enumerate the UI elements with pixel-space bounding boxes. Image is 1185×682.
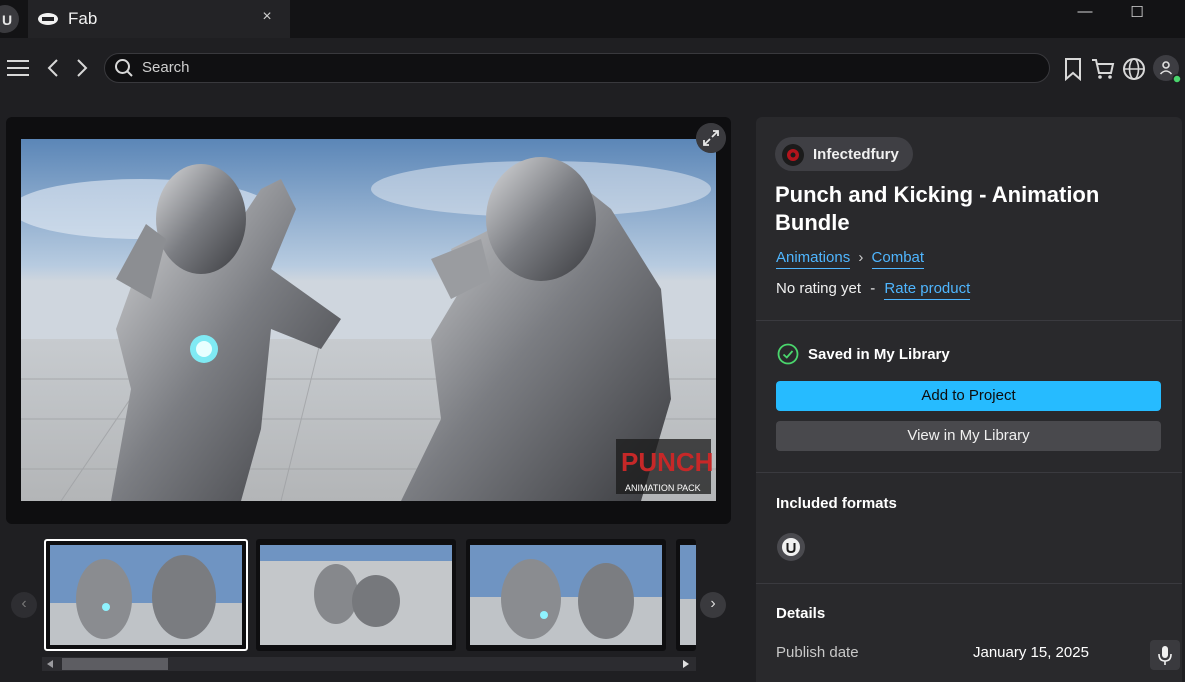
seller-avatar-icon [782,144,804,166]
hamburger-menu-icon[interactable] [6,58,30,78]
divider [756,583,1182,584]
epic-games-logo-icon[interactable]: U [0,4,22,34]
svg-text:U: U [2,12,12,28]
details-heading: Details [776,605,826,622]
breadcrumb-animations-link[interactable]: Animations [776,249,851,269]
check-circle-icon [777,343,799,365]
tab-close-button[interactable]: × [258,8,276,26]
saved-status-label: Saved in My Library [808,346,950,363]
hero-watermark-sub: ANIMATION PACK [625,483,701,493]
breadcrumb-combat-link[interactable]: Combat [871,249,925,269]
rating-separator: - [870,280,876,297]
expand-fullscreen-icon[interactable] [696,123,726,153]
back-arrow-icon[interactable] [45,58,63,78]
scroll-right-arrow-icon[interactable] [682,660,690,668]
product-hero-image[interactable]: PUNCH! ANIMATION PACK [21,139,716,501]
scroll-left-arrow-icon[interactable] [46,660,54,668]
maximize-button[interactable]: ☐ [1122,3,1152,25]
search-icon [115,59,133,77]
add-to-project-button[interactable]: Add to Project [776,381,1161,411]
minimize-button[interactable]: — [1070,3,1100,25]
publish-date-label: Publish date [776,644,859,661]
product-title: Punch and Kicking - Animation Bundle [775,182,1100,235]
rating-row: No rating yet - Rate product [776,280,971,300]
forward-arrow-icon[interactable] [72,58,90,78]
gallery-thumbnail[interactable] [466,539,666,651]
search-placeholder: Search [142,59,190,76]
gallery-scrollbar-thumb[interactable] [62,658,168,670]
breadcrumb-chevron-icon: › [858,249,864,266]
rating-text: No rating yet [776,280,862,297]
microphone-icon[interactable] [1150,640,1180,670]
divider [756,320,1182,321]
gallery-next-button[interactable]: › [700,592,726,618]
breadcrumb: Animations › Combat [776,249,925,269]
globe-icon[interactable] [1122,57,1146,81]
hero-watermark: PUNCH! [621,447,716,477]
seller-name: Infectedfury [813,146,899,163]
tab-title: Fab [68,9,98,28]
divider [756,472,1182,473]
gallery-thumbnail[interactable] [676,539,696,651]
user-avatar-icon[interactable] [1152,54,1182,84]
bookmark-icon[interactable] [1063,57,1083,81]
cart-icon[interactable] [1091,57,1115,81]
formats-heading: Included formats [776,495,897,512]
unreal-engine-format-icon[interactable] [776,532,806,562]
view-in-library-button[interactable]: View in My Library [776,421,1161,451]
fab-logo-icon [38,13,58,25]
gallery-prev-button[interactable]: ‹ [11,592,37,618]
search-input[interactable] [104,53,1050,83]
rate-product-link[interactable]: Rate product [884,280,971,300]
gallery-thumbnail[interactable] [44,539,248,651]
publish-date-value: January 15, 2025 [973,644,1089,661]
gallery-thumbnail[interactable] [256,539,456,651]
